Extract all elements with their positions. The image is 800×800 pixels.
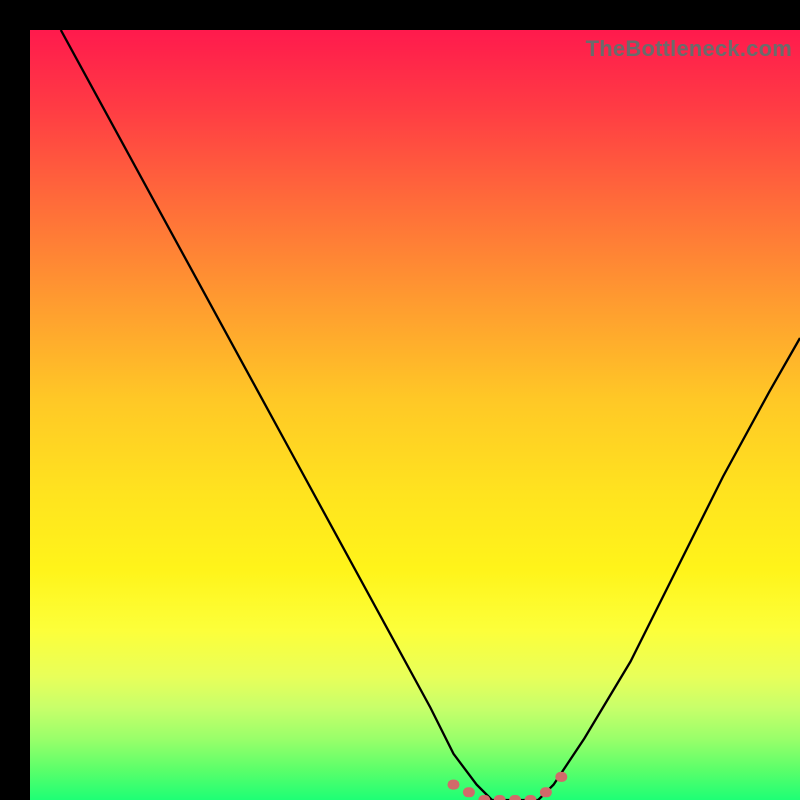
plot-area (30, 30, 800, 800)
heat-gradient (30, 30, 800, 800)
watermark-text: TheBottleneck.com (586, 36, 792, 62)
chart-frame: TheBottleneck.com (30, 30, 800, 800)
